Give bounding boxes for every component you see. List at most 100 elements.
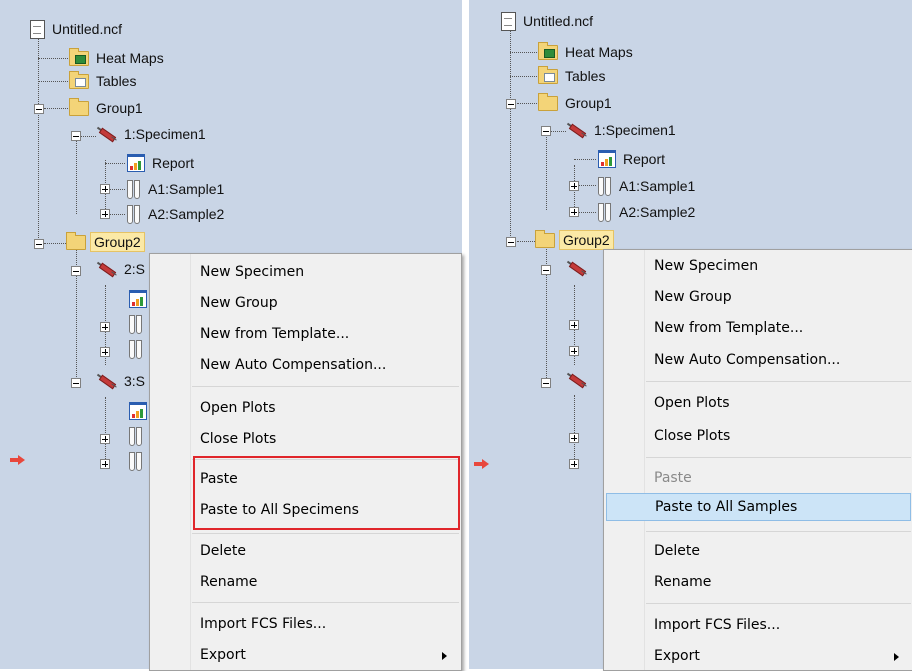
expander-icon[interactable] bbox=[541, 265, 551, 275]
menu-item-new-auto-compensation[interactable]: New Auto Compensation... bbox=[152, 351, 459, 379]
tree-node-sample2[interactable]: A2:Sample2 bbox=[127, 203, 227, 225]
menu-item-rename[interactable]: Rename bbox=[152, 568, 459, 596]
menu-separator bbox=[646, 381, 911, 382]
table-folder-icon bbox=[538, 65, 558, 84]
expander-icon[interactable] bbox=[34, 104, 44, 114]
syringe-icon bbox=[96, 372, 117, 390]
tree-node-sample2[interactable]: A2:Sample2 bbox=[598, 201, 698, 223]
tree-node-label: Report bbox=[152, 155, 195, 171]
menu-item-new-from-template[interactable]: New from Template... bbox=[606, 314, 911, 342]
menu-item-new-group[interactable]: New Group bbox=[606, 283, 911, 311]
expander-icon[interactable] bbox=[506, 99, 516, 109]
expander-icon[interactable] bbox=[569, 459, 579, 469]
document-icon bbox=[501, 11, 516, 31]
tree-node-tables[interactable]: Tables bbox=[69, 70, 139, 92]
menu-item-new-group[interactable]: New Group bbox=[152, 289, 459, 317]
menu-separator bbox=[192, 533, 459, 534]
menu-item-delete[interactable]: Delete bbox=[152, 537, 459, 565]
tree-node-report[interactable]: Report bbox=[598, 148, 668, 170]
expander-icon[interactable] bbox=[100, 184, 110, 194]
syringe-icon bbox=[566, 259, 587, 277]
menu-item-open-plots[interactable]: Open Plots bbox=[152, 394, 459, 422]
tree-node-report[interactable]: Report bbox=[127, 152, 197, 174]
menu-item-import-fcs[interactable]: Import FCS Files... bbox=[152, 610, 459, 638]
menu-item-close-plots[interactable]: Close Plots bbox=[606, 422, 911, 450]
tree-node-specimen1[interactable]: 1:Specimen1 bbox=[566, 119, 679, 141]
tree-line bbox=[105, 397, 106, 467]
tree-node-group2[interactable]: Group2 bbox=[66, 231, 145, 253]
tree-node-sample1[interactable]: A1:Sample1 bbox=[598, 175, 698, 197]
menu-item-rename[interactable]: Rename bbox=[606, 568, 911, 596]
heatmap-folder-icon bbox=[538, 41, 558, 60]
tree-line bbox=[510, 76, 537, 77]
expander-icon[interactable] bbox=[569, 346, 579, 356]
tree-line bbox=[517, 241, 537, 242]
tree-node-heat-maps[interactable]: Heat Maps bbox=[69, 47, 167, 69]
tube-icon bbox=[598, 203, 612, 222]
menu-item-paste[interactable]: Paste bbox=[606, 464, 911, 492]
tree-node-group1[interactable]: Group1 bbox=[538, 92, 615, 114]
syringe-icon bbox=[96, 260, 117, 278]
expander-icon[interactable] bbox=[71, 266, 81, 276]
expander-icon[interactable] bbox=[100, 459, 110, 469]
tree-node-label: A2:Sample2 bbox=[619, 204, 696, 220]
tree-line bbox=[38, 28, 39, 240]
tree-node-sample1[interactable]: A1:Sample1 bbox=[127, 178, 227, 200]
menu-item-new-specimen[interactable]: New Specimen bbox=[606, 252, 911, 280]
tree-node-group2[interactable]: Group2 bbox=[535, 229, 614, 251]
tree-node-label: A2:Sample2 bbox=[148, 206, 225, 222]
menu-item-export[interactable]: Export bbox=[606, 642, 911, 670]
expander-icon[interactable] bbox=[100, 322, 110, 332]
tree-node-specimen1[interactable]: 1:Specimen1 bbox=[96, 123, 209, 145]
folder-icon bbox=[69, 97, 89, 116]
expander-icon[interactable] bbox=[569, 207, 579, 217]
tube-icon bbox=[127, 180, 141, 199]
menu-item-new-auto-compensation[interactable]: New Auto Compensation... bbox=[606, 346, 911, 374]
table-folder-icon bbox=[69, 70, 89, 89]
expander-icon[interactable] bbox=[71, 378, 81, 388]
tree-node-label: Group1 bbox=[565, 95, 612, 111]
tree-node-label: Group1 bbox=[96, 100, 143, 116]
tree-node-group1[interactable]: Group1 bbox=[69, 97, 146, 119]
expander-icon[interactable] bbox=[100, 347, 110, 357]
tree-node-label: Tables bbox=[96, 73, 137, 89]
tree-line bbox=[38, 81, 68, 82]
tree-line bbox=[578, 185, 596, 186]
tree-node-root[interactable]: Untitled.ncf bbox=[501, 10, 596, 32]
tree-node-heat-maps[interactable]: Heat Maps bbox=[538, 41, 636, 63]
expander-icon[interactable] bbox=[34, 239, 44, 249]
tree-node-specimen2[interactable]: 2:S bbox=[96, 258, 148, 280]
tree-line bbox=[44, 243, 68, 244]
expander-icon[interactable] bbox=[569, 433, 579, 443]
menu-item-import-fcs[interactable]: Import FCS Files... bbox=[606, 611, 911, 639]
menu-item-new-from-template[interactable]: New from Template... bbox=[152, 320, 459, 348]
menu-item-delete[interactable]: Delete bbox=[606, 537, 911, 565]
submenu-arrow-icon bbox=[894, 653, 899, 661]
tree-node-root[interactable]: Untitled.ncf bbox=[30, 18, 125, 40]
heatmap-folder-icon bbox=[69, 47, 89, 66]
expander-icon[interactable] bbox=[100, 434, 110, 444]
menu-item-new-specimen[interactable]: New Specimen bbox=[152, 258, 459, 286]
tree-node-label: Untitled.ncf bbox=[52, 21, 123, 37]
menu-item-close-plots[interactable]: Close Plots bbox=[152, 425, 459, 453]
report-icon bbox=[598, 150, 616, 168]
expander-icon[interactable] bbox=[569, 181, 579, 191]
menu-item-open-plots[interactable]: Open Plots bbox=[606, 389, 911, 417]
tree-node-label: Report bbox=[623, 151, 666, 167]
report-icon bbox=[129, 402, 147, 420]
menu-separator bbox=[192, 602, 459, 603]
tree-line bbox=[517, 103, 537, 104]
tree-node-specimen3[interactable]: 3:S bbox=[96, 370, 148, 392]
tree-node-tables[interactable]: Tables bbox=[538, 65, 608, 87]
expander-icon[interactable] bbox=[506, 237, 516, 247]
expander-icon[interactable] bbox=[71, 131, 81, 141]
expander-icon[interactable] bbox=[541, 378, 551, 388]
tree-line bbox=[109, 189, 125, 190]
report-icon bbox=[129, 290, 147, 308]
tree-line bbox=[578, 212, 596, 213]
expander-icon[interactable] bbox=[569, 320, 579, 330]
menu-item-paste-to-all-samples[interactable]: Paste to All Samples bbox=[606, 493, 911, 521]
menu-item-export[interactable]: Export bbox=[152, 641, 459, 669]
expander-icon[interactable] bbox=[100, 209, 110, 219]
expander-icon[interactable] bbox=[541, 126, 551, 136]
